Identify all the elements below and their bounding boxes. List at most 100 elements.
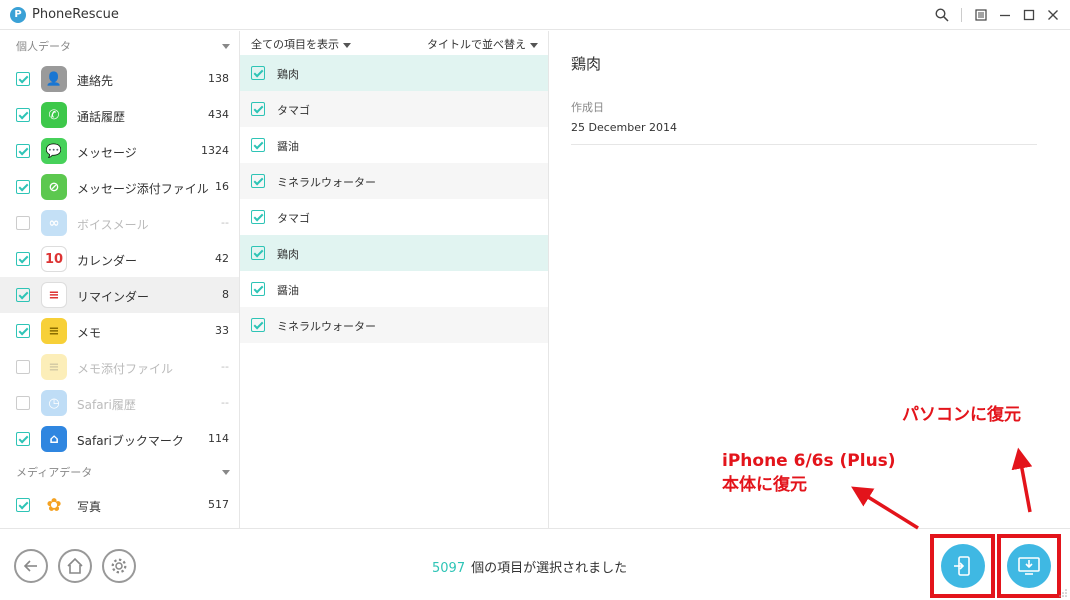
close-icon[interactable] xyxy=(1044,6,1062,24)
restore-to-computer-button[interactable] xyxy=(1007,544,1051,588)
sidebar-item-checkbox[interactable] xyxy=(16,252,30,266)
list-item[interactable]: 鶏肉 xyxy=(240,235,548,271)
maximize-icon[interactable] xyxy=(1020,6,1038,24)
list-item-label: 醤油 xyxy=(277,140,299,153)
contacts-icon: 👤 xyxy=(41,66,67,92)
sidebar-item-checkbox[interactable] xyxy=(16,216,30,230)
resize-grip-icon[interactable] xyxy=(1059,589,1067,597)
sidebar-item-label: Safariブックマーク xyxy=(77,434,184,448)
sidebar-item-label: ボイスメール xyxy=(77,218,149,232)
title-bar: P PhoneRescue xyxy=(0,0,1070,30)
phone-restore-icon xyxy=(954,556,970,576)
show-all-dropdown[interactable]: 全ての項目を表示 xyxy=(251,36,351,52)
list-item-checkbox[interactable] xyxy=(251,210,265,224)
gear-icon xyxy=(111,558,127,574)
detail-title: 鶏肉 xyxy=(571,55,602,73)
chevron-down-icon[interactable] xyxy=(222,44,230,49)
titlebar-divider xyxy=(961,8,962,22)
annotation-device-line2: 本体に復元 xyxy=(722,475,807,495)
list-item-label: ミネラルウォーター xyxy=(277,176,376,189)
sidebar-item-count: 1324 xyxy=(201,144,229,157)
media-data-header[interactable]: メディアデータ xyxy=(0,457,239,487)
list-item-checkbox[interactable] xyxy=(251,246,265,260)
reminder-list: 鶏肉 タマゴ 醤油 ミネラルウォーター タマゴ 鶏肉 醤油 ミネラルウォーター xyxy=(240,55,548,343)
home-button[interactable] xyxy=(58,549,92,583)
sidebar-item-checkbox[interactable] xyxy=(16,288,30,302)
restore-to-device-button[interactable] xyxy=(941,544,985,588)
list-item[interactable]: 醤油 xyxy=(240,271,548,307)
safari-bookmark-icon: ⌂ xyxy=(41,426,67,452)
list-item[interactable]: 鶏肉 xyxy=(240,55,548,91)
phonerescue-window: P PhoneRescue 個人データ 👤 連絡先 138 ✆ 通話履歴 434… xyxy=(0,0,1070,600)
back-arrow-icon xyxy=(23,560,37,572)
sidebar-item-label: リマインダー xyxy=(77,290,150,304)
minimize-icon[interactable] xyxy=(996,6,1014,24)
personal-data-header[interactable]: 個人データ xyxy=(0,31,239,61)
sidebar-item[interactable]: ⌂ Safariブックマーク 114 xyxy=(0,421,239,457)
list-item-checkbox[interactable] xyxy=(251,174,265,188)
calendar-icon: 10 xyxy=(41,246,67,272)
created-date-value: 25 December 2014 xyxy=(571,121,678,134)
sidebar-item-checkbox[interactable] xyxy=(16,498,30,512)
sidebar-item-checkbox[interactable] xyxy=(16,108,30,122)
sidebar-item[interactable]: 💬 メッセージ 1324 xyxy=(0,133,239,169)
selected-count: 5097 xyxy=(432,561,466,576)
list-item-checkbox[interactable] xyxy=(251,66,265,80)
sidebar-item-count: 517 xyxy=(208,498,229,511)
list-item-label: 鶏肉 xyxy=(277,248,299,261)
sidebar-item-checkbox[interactable] xyxy=(16,396,30,410)
menu-icon[interactable] xyxy=(972,6,990,24)
home-icon xyxy=(67,557,83,574)
annotation-device-line1: iPhone 6/6s (Plus) xyxy=(722,451,896,471)
list-item-label: ミネラルウォーター xyxy=(277,320,376,333)
sidebar-item-label: カレンダー xyxy=(77,254,138,268)
sidebar-item[interactable]: ◷ Safari履歴 -- xyxy=(0,385,239,421)
sidebar-item-label: メモ添付ファイル xyxy=(77,362,174,376)
list-item-checkbox[interactable] xyxy=(251,138,265,152)
sidebar-item[interactable]: ≡ メモ添付ファイル -- xyxy=(0,349,239,385)
divider xyxy=(571,144,1037,145)
list-item[interactable]: ミネラルウォーター xyxy=(240,163,548,199)
list-item-checkbox[interactable] xyxy=(251,282,265,296)
sidebar-item-checkbox[interactable] xyxy=(16,72,30,86)
sidebar-item-checkbox[interactable] xyxy=(16,324,30,338)
sidebar-item-label: メモ xyxy=(77,326,102,340)
sidebar-item-count: 434 xyxy=(208,108,229,121)
list-header: 全ての項目を表示 タイトルで並べ替え xyxy=(240,31,548,55)
list-item[interactable]: ミネラルウォーター xyxy=(240,307,548,343)
list-item-checkbox[interactable] xyxy=(251,102,265,116)
media-data-list: ✿ 写真 517 xyxy=(0,487,239,523)
list-item[interactable]: 醤油 xyxy=(240,127,548,163)
sidebar-item-checkbox[interactable] xyxy=(16,144,30,158)
sidebar-item-count: -- xyxy=(221,360,229,373)
list-item-label: 鶏肉 xyxy=(277,68,299,81)
notes-icon: ≡ xyxy=(41,318,67,344)
computer-download-icon xyxy=(1018,557,1040,575)
sidebar-item-count: 8 xyxy=(222,288,229,301)
chevron-down-icon[interactable] xyxy=(222,470,230,475)
sidebar-item[interactable]: ⊘ メッセージ添付ファイル 16 xyxy=(0,169,239,205)
voicemail-icon: ∞ xyxy=(41,210,67,236)
sidebar-item-checkbox[interactable] xyxy=(16,360,30,374)
sort-label: タイトルで並べ替え xyxy=(427,38,526,51)
sidebar-item-count: -- xyxy=(221,396,229,409)
search-icon[interactable] xyxy=(933,6,951,24)
list-item[interactable]: タマゴ xyxy=(240,91,548,127)
settings-button[interactable] xyxy=(102,549,136,583)
message-attachment-icon: ⊘ xyxy=(41,174,67,200)
sidebar-item[interactable]: ∞ ボイスメール -- xyxy=(0,205,239,241)
sidebar-item[interactable]: ≡ メモ 33 xyxy=(0,313,239,349)
sidebar-item[interactable]: ≡ リマインダー 8 xyxy=(0,277,239,313)
sidebar-item-checkbox[interactable] xyxy=(16,432,30,446)
list-item-checkbox[interactable] xyxy=(251,318,265,332)
list-item[interactable]: タマゴ xyxy=(240,199,548,235)
back-button[interactable] xyxy=(14,549,48,583)
sidebar-item-checkbox[interactable] xyxy=(16,180,30,194)
sidebar-item[interactable]: 10 カレンダー 42 xyxy=(0,241,239,277)
sidebar-item[interactable]: ✆ 通話履歴 434 xyxy=(0,97,239,133)
list-item-label: タマゴ xyxy=(277,212,310,225)
app-logo-icon: P xyxy=(10,7,26,23)
sort-dropdown[interactable]: タイトルで並べ替え xyxy=(427,36,538,52)
sidebar-item[interactable]: ✿ 写真 517 xyxy=(0,487,239,523)
sidebar-item[interactable]: 👤 連絡先 138 xyxy=(0,61,239,97)
